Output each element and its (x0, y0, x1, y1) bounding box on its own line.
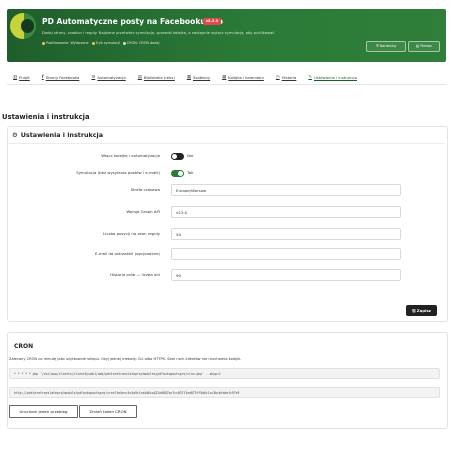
clock-icon: ◷ (275, 74, 280, 80)
tab-history[interactable]: ◷ Historia (270, 70, 303, 84)
chart-icon: ▥ (13, 74, 18, 80)
plugin-subtitle: Dodaj strony, szablon i reguły. Najpierw… (42, 31, 276, 35)
scan-count-label: Liczba pozycji na skan reguły (103, 231, 160, 236)
cron-http-url[interactable]: http://pdstoretranslatepro/module/pdfaut… (9, 387, 440, 398)
tab-dashboard[interactable]: ▥ Pulpit (7, 70, 36, 84)
queue-toggle-state: Nie (187, 153, 194, 158)
status-dot-icon (122, 41, 126, 45)
simulation-toggle[interactable] (171, 170, 184, 177)
facebook-icon: f (41, 74, 44, 80)
library-icon: ▤ (137, 74, 142, 80)
tab-facebook-pages[interactable]: f Strony Facebooka (36, 70, 86, 84)
gear-icon: ⚙ (91, 74, 96, 80)
calendar-icon: ▦ (222, 74, 227, 80)
tab-automation[interactable]: ⚙ Automatyzacja (85, 70, 131, 84)
page-title: Ustawienia i instrukcja (2, 113, 90, 121)
status-dot-icon (91, 41, 95, 45)
change-token-button[interactable]: Zmień token CRON (79, 405, 137, 418)
alert-email-label: E-mail do ostrzeżeń (opcjonalnie) (95, 251, 160, 256)
settings-card-title: ⚙ Ustawienia i instrukcja (12, 131, 104, 139)
pencil-icon: ✎ (308, 74, 313, 80)
run-once-button[interactable]: Uruchom jeden przebieg (9, 405, 78, 418)
status-item-simulation: Tryb symulacji (91, 41, 120, 45)
timezone-input[interactable]: Europe/Warsaw (171, 184, 401, 196)
status-item-cron: CRON: CRON dodaj (122, 41, 159, 45)
tab-bar: ▥ Pulpit f Strony Facebooka ⚙ Automatyzacja… (7, 70, 446, 85)
logo-icon (10, 13, 36, 39)
card-divider (8, 143, 445, 144)
tab-divider (7, 84, 446, 85)
queue-label: Włącz kolejkę i automatyzacje (101, 153, 160, 158)
simulation-label: Symulacja (bez wysyłania postów i e-mail… (76, 170, 160, 175)
version-badge: v5.2.0 (203, 18, 221, 25)
history-days-input[interactable]: 90 (171, 269, 401, 281)
status-dot-icon (42, 41, 45, 45)
tab-settings[interactable]: ✎ Ustawienia i instrukcja (302, 70, 363, 85)
cron-cli-command[interactable]: * * * * * php '/var/www/clients/client0/… (9, 368, 440, 379)
simulation-toggle-state: Tak (187, 170, 194, 175)
help-button[interactable]: ▤ Pomoc (408, 41, 440, 52)
alert-email-input[interactable] (171, 248, 401, 260)
tab-queue-calendar[interactable]: ▦ Kolejka i kalendarz (216, 70, 270, 84)
history-days-label: Historia prób — liczba dni (110, 272, 160, 277)
cron-title: CRON (14, 343, 34, 350)
queue-toggle[interactable] (171, 153, 184, 160)
status-line: Publikowanie: Wyłączone Tryb symulacji C… (42, 41, 159, 45)
scan-count-input[interactable]: 50 (171, 228, 401, 240)
gear-icon: ⚙ (12, 131, 18, 139)
plugin-title: PD Automatyczne posty na Facebooku Pro (42, 17, 223, 26)
timezone-label: Strefa czasowa (130, 187, 160, 192)
status-item-publishing: Publikowanie: Wyłączone (42, 41, 89, 45)
tab-templates[interactable]: ▦ Szablony (181, 70, 216, 84)
template-icon: ▦ (186, 74, 191, 80)
cron-description: Zalecany CRON co minutę jako użytkownik … (9, 357, 242, 361)
tab-library[interactable]: ▤ Biblioteka (reks) (132, 70, 181, 84)
save-button[interactable]: 🖫 Zapisz (406, 305, 437, 316)
control-button[interactable]: ⛨ Kontroluj (366, 41, 406, 52)
api-version-label: Wersja Graph API (126, 209, 160, 214)
api-version-input[interactable]: v23.0 (171, 206, 401, 218)
